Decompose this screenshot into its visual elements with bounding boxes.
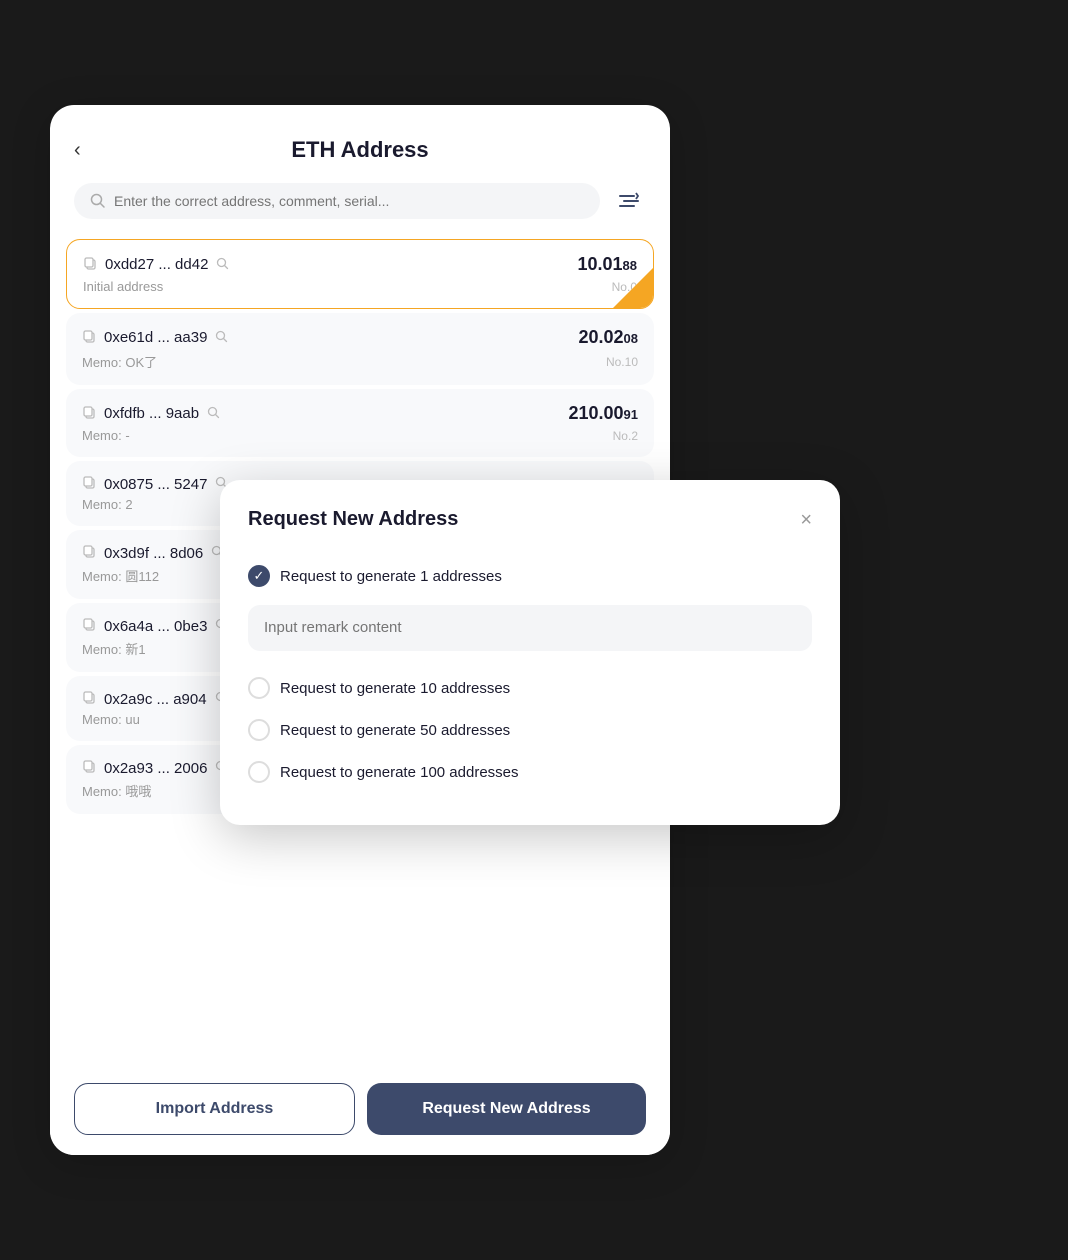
modal-title: Request New Address — [248, 508, 458, 531]
copy-icon[interactable] — [82, 690, 96, 708]
address-text: 0x2a93 ... 2006 — [104, 760, 207, 777]
address-item[interactable]: 0xfdfb ... 9aab 210.0091 Memo: - No.2 — [66, 389, 654, 457]
memo-text: Initial address — [83, 279, 163, 294]
address-text: 0x3d9f ... 8d06 — [104, 545, 203, 562]
modal-options: ✓ Request to generate 1 addresses Reques… — [248, 555, 812, 793]
search-input-wrap — [74, 183, 600, 219]
no-badge: No.2 — [613, 429, 638, 443]
memo-text: Memo: 圆112 — [82, 566, 159, 585]
memo-text: Memo: uu — [82, 712, 140, 727]
search-bar — [74, 183, 646, 219]
filter-button[interactable] — [612, 185, 646, 217]
copy-icon[interactable] — [82, 544, 96, 562]
bottom-bar: Import Address Request New Address — [50, 1063, 670, 1155]
address-text: 0x0875 ... 5247 — [104, 476, 207, 493]
radio-circle: ✓ — [248, 565, 270, 587]
radio-label: Request to generate 100 addresses — [280, 764, 519, 781]
memo-text: Memo: OK了 — [82, 352, 157, 371]
modal-header: Request New Address × — [248, 508, 812, 531]
amount: 20.0208 — [578, 327, 638, 348]
memo-text: Memo: 新1 — [82, 639, 146, 658]
memo-text: Memo: - — [82, 428, 130, 443]
address-text: 0x6a4a ... 0be3 — [104, 618, 207, 635]
no-badge: No.10 — [606, 355, 638, 369]
page-title: ETH Address — [291, 137, 428, 163]
memo-text: Memo: 2 — [82, 497, 133, 512]
amount: 210.0091 — [568, 403, 638, 424]
address-item[interactable]: 0xe61d ... aa39 20.0208 Memo: OK了 No.10 — [66, 313, 654, 385]
radio-option[interactable]: Request to generate 100 addresses — [248, 751, 812, 793]
copy-icon[interactable] — [83, 256, 97, 274]
address-text: 0xfdfb ... 9aab — [104, 405, 199, 422]
request-new-address-modal: Request New Address × ✓ Request to gener… — [220, 480, 840, 825]
header: ‹ ETH Address — [50, 105, 670, 183]
address-item[interactable]: 0xdd27 ... dd42 10.0188 Initial address … — [66, 239, 654, 309]
active-indicator — [613, 268, 653, 308]
radio-option[interactable]: Request to generate 50 addresses — [248, 709, 812, 751]
search-input[interactable] — [114, 193, 584, 209]
radio-option[interactable]: ✓ Request to generate 1 addresses — [248, 555, 812, 597]
radio-circle — [248, 761, 270, 783]
memo-text: Memo: 哦哦 — [82, 781, 151, 800]
copy-icon[interactable] — [82, 617, 96, 635]
request-new-address-button[interactable]: Request New Address — [367, 1083, 646, 1135]
radio-circle — [248, 719, 270, 741]
copy-icon[interactable] — [82, 759, 96, 777]
address-text: 0xe61d ... aa39 — [104, 329, 207, 346]
radio-label: Request to generate 10 addresses — [280, 680, 510, 697]
radio-circle — [248, 677, 270, 699]
back-button[interactable]: ‹ — [74, 139, 81, 162]
filter-icon — [618, 191, 640, 211]
remark-input-wrap — [248, 605, 812, 651]
address-text: 0x2a9c ... a904 — [104, 691, 207, 708]
address-text: 0xdd27 ... dd42 — [105, 256, 208, 273]
radio-label: Request to generate 1 addresses — [280, 568, 502, 585]
radio-label: Request to generate 50 addresses — [280, 722, 510, 739]
import-address-button[interactable]: Import Address — [74, 1083, 355, 1135]
modal-close-button[interactable]: × — [800, 510, 812, 530]
copy-icon[interactable] — [82, 405, 96, 423]
remark-input[interactable] — [264, 619, 796, 636]
copy-icon[interactable] — [82, 475, 96, 493]
address-search-icon[interactable] — [216, 257, 229, 273]
address-search-icon[interactable] — [207, 406, 220, 422]
radio-option[interactable]: Request to generate 10 addresses — [248, 667, 812, 709]
address-search-icon[interactable] — [215, 330, 228, 346]
search-icon — [90, 193, 106, 209]
copy-icon[interactable] — [82, 329, 96, 347]
radio-check-icon: ✓ — [254, 568, 265, 584]
